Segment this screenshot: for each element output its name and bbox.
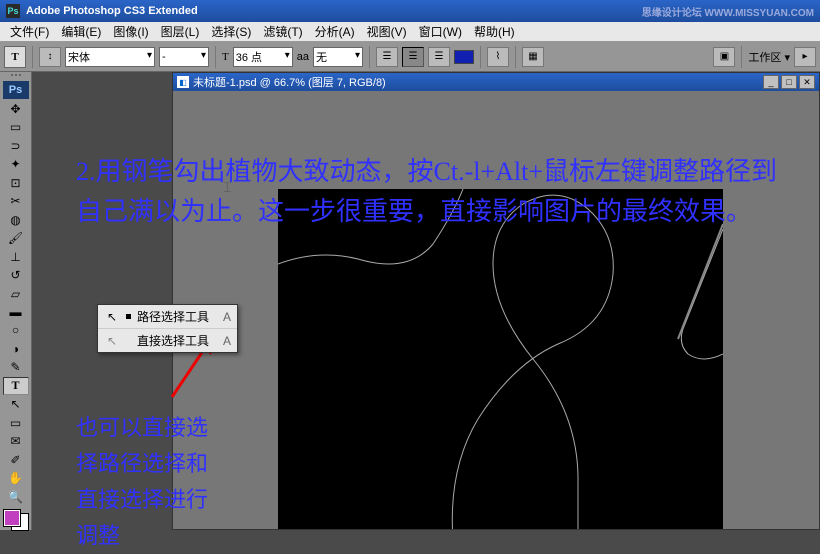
watermark-text: 思缘设计论坛 WWW.MISSYUAN.COM bbox=[642, 4, 814, 19]
app-titlebar: Ps Adobe Photoshop CS3 Extended 思缘设计论坛 W… bbox=[0, 0, 820, 22]
flyout-item-label: 直接选择工具 bbox=[137, 332, 209, 349]
hand-tool[interactable]: ✋ bbox=[3, 469, 29, 487]
menu-window[interactable]: 窗口(W) bbox=[413, 21, 468, 42]
healing-tool[interactable]: ◍ bbox=[3, 210, 29, 228]
active-tool-dot-icon bbox=[126, 314, 131, 319]
eraser-tool[interactable]: ▱ bbox=[3, 284, 29, 302]
gradient-tool[interactable]: ▬ bbox=[3, 303, 29, 321]
menu-view[interactable]: 视图(V) bbox=[361, 21, 413, 42]
marquee-tool[interactable]: ▭ bbox=[3, 118, 29, 136]
brush-tool[interactable]: 🖌 bbox=[3, 229, 29, 247]
options-bar: T ↕ 宋体 - T 36 点 aa 无 ☰ ☰ ☰ ⌇ ▦ ▣ 工作区 ▾ ▸ bbox=[0, 42, 820, 72]
notes-tool[interactable]: ✉ bbox=[3, 432, 29, 450]
crop-tool[interactable]: ⊡ bbox=[3, 173, 29, 191]
move-tool[interactable]: ✥ bbox=[3, 99, 29, 117]
wand-tool[interactable]: ✦ bbox=[3, 155, 29, 173]
flyout-path-selection-tool[interactable]: ↖ 路径选择工具 A bbox=[98, 305, 237, 329]
ps-logo-icon: Ps bbox=[3, 81, 29, 99]
font-style-select[interactable]: - bbox=[159, 47, 209, 67]
flyout-shortcut: A bbox=[223, 310, 231, 324]
annotation-step-2: 2.用钢笔勾出植物大致动态，按Ct.-l+Alt+鼠标左键调整路径到自己满以为止… bbox=[76, 152, 790, 232]
pen-tool[interactable]: ✎ bbox=[3, 358, 29, 376]
dodge-tool[interactable]: ◑ bbox=[3, 340, 29, 358]
lasso-tool[interactable]: ⊃ bbox=[3, 136, 29, 154]
font-family-select[interactable]: 宋体 bbox=[65, 47, 155, 67]
flyout-item-label: 路径选择工具 bbox=[137, 308, 209, 325]
path-select-tool[interactable]: ↖ bbox=[3, 395, 29, 413]
document-title: 未标题-1.psd @ 66.7% (图层 7, RGB/8) bbox=[193, 74, 386, 90]
path-tool-flyout: ↖ 路径选择工具 A ↖ 直接选择工具 A bbox=[97, 304, 238, 353]
pen-paths bbox=[278, 189, 723, 529]
stamp-tool[interactable]: ⊥ bbox=[3, 247, 29, 265]
app-logo-icon: Ps bbox=[6, 4, 20, 18]
history-brush-tool[interactable]: ↺ bbox=[3, 266, 29, 284]
menu-edit[interactable]: 编辑(E) bbox=[55, 21, 107, 42]
warp-text-icon[interactable]: ⌇ bbox=[487, 47, 509, 67]
antialias-label: aa bbox=[297, 51, 309, 63]
menu-select[interactable]: 选择(S) bbox=[205, 21, 257, 42]
menu-bar: 文件(F) 编辑(E) 图像(I) 图层(L) 选择(S) 滤镜(T) 分析(A… bbox=[0, 22, 820, 42]
shape-tool[interactable]: ▭ bbox=[3, 414, 29, 432]
current-tool-indicator[interactable]: T bbox=[4, 46, 26, 68]
menu-analysis[interactable]: 分析(A) bbox=[309, 21, 361, 42]
document-icon: ◧ bbox=[177, 76, 189, 88]
menu-file[interactable]: 文件(F) bbox=[4, 21, 55, 42]
close-button[interactable]: ✕ bbox=[799, 75, 815, 89]
orientation-toggle-icon[interactable]: ↕ bbox=[39, 47, 61, 67]
foreground-color[interactable] bbox=[4, 510, 20, 526]
menu-image[interactable]: 图像(I) bbox=[107, 21, 154, 42]
flyout-direct-selection-tool[interactable]: ↖ 直接选择工具 A bbox=[98, 329, 237, 352]
toolbox-grip[interactable] bbox=[2, 74, 30, 79]
canvas[interactable] bbox=[278, 189, 723, 529]
menu-help[interactable]: 帮助(H) bbox=[468, 21, 521, 42]
font-size-icon: T bbox=[222, 51, 229, 63]
menu-layer[interactable]: 图层(L) bbox=[155, 21, 206, 42]
minimize-button[interactable]: _ bbox=[763, 75, 779, 89]
workspace-area: ◧ 未标题-1.psd @ 66.7% (图层 7, RGB/8) _ □ ✕ … bbox=[32, 72, 820, 530]
bridge-icon[interactable]: ▣ bbox=[713, 47, 735, 67]
toolbox: Ps ✥ ▭ ⊃ ✦ ⊡ ✂ ◍ 🖌 ⊥ ↺ ▱ ▬ ○ ◑ ✎ T ↖ ▭ ✉… bbox=[0, 72, 32, 530]
document-window: ◧ 未标题-1.psd @ 66.7% (图层 7, RGB/8) _ □ ✕ … bbox=[172, 72, 820, 530]
text-color-swatch[interactable] bbox=[454, 50, 474, 64]
annotation-tip-2: 也可以直接选择路径选择和直接选择进行调整 bbox=[76, 410, 216, 554]
text-tool[interactable]: T bbox=[3, 377, 29, 395]
align-left-icon[interactable]: ☰ bbox=[376, 47, 398, 67]
eyedropper-tool[interactable]: ✐ bbox=[3, 451, 29, 469]
align-right-icon[interactable]: ☰ bbox=[428, 47, 450, 67]
char-panel-icon[interactable]: ▦ bbox=[522, 47, 544, 67]
blur-tool[interactable]: ○ bbox=[3, 321, 29, 339]
document-titlebar[interactable]: ◧ 未标题-1.psd @ 66.7% (图层 7, RGB/8) _ □ ✕ bbox=[173, 73, 819, 91]
antialias-select[interactable]: 无 bbox=[313, 47, 363, 67]
white-arrow-icon: ↖ bbox=[104, 334, 120, 348]
workspace-dropdown[interactable]: 工作区 ▾ bbox=[748, 49, 790, 65]
workspace-menu-icon[interactable]: ▸ bbox=[794, 47, 816, 67]
font-size-select[interactable]: 36 点 bbox=[233, 47, 293, 67]
app-title: Adobe Photoshop CS3 Extended bbox=[26, 5, 198, 17]
maximize-button[interactable]: □ bbox=[781, 75, 797, 89]
color-swatches[interactable] bbox=[4, 510, 28, 530]
menu-filter[interactable]: 滤镜(T) bbox=[257, 21, 308, 42]
slice-tool[interactable]: ✂ bbox=[3, 192, 29, 210]
flyout-shortcut: A bbox=[223, 334, 231, 348]
align-center-icon[interactable]: ☰ bbox=[402, 47, 424, 67]
zoom-tool[interactable]: 🔍 bbox=[3, 488, 29, 506]
black-arrow-icon: ↖ bbox=[104, 310, 120, 324]
